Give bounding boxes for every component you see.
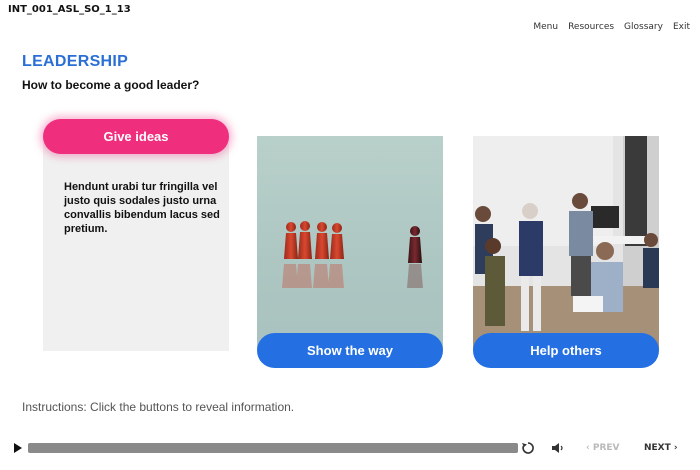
prev-button[interactable]: ‹ PREV bbox=[586, 443, 620, 453]
next-button[interactable]: NEXT › bbox=[644, 443, 678, 453]
top-navigation: Menu Resources Glossary Exit bbox=[533, 22, 690, 32]
progress-bar[interactable] bbox=[28, 443, 518, 453]
volume-icon[interactable] bbox=[551, 442, 565, 454]
glossary-link[interactable]: Glossary bbox=[624, 22, 663, 32]
give-ideas-panel bbox=[43, 136, 229, 351]
give-ideas-text: Hendunt urabi tur fringilla vel justo qu… bbox=[64, 181, 220, 235]
prev-label: PREV bbox=[592, 443, 620, 453]
show-the-way-button[interactable]: Show the way bbox=[257, 333, 443, 368]
help-others-button[interactable]: Help others bbox=[473, 333, 659, 368]
progress-fill bbox=[28, 443, 518, 453]
business-people-image bbox=[473, 136, 659, 351]
give-ideas-button[interactable]: Give ideas bbox=[43, 119, 229, 154]
page-subtitle: How to become a good leader? bbox=[22, 78, 200, 92]
course-id: INT_001_ASL_SO_1_13 bbox=[8, 4, 131, 15]
menu-link[interactable]: Menu bbox=[533, 22, 558, 32]
business-people-illustration bbox=[473, 136, 659, 351]
resources-link[interactable]: Resources bbox=[568, 22, 614, 32]
chevron-right-icon: › bbox=[673, 443, 678, 453]
pawns-image bbox=[257, 136, 443, 351]
exit-link[interactable]: Exit bbox=[673, 22, 690, 32]
next-label: NEXT bbox=[644, 443, 671, 453]
chevron-left-icon: ‹ bbox=[586, 443, 590, 453]
play-icon[interactable] bbox=[12, 441, 24, 455]
instructions-text: Instructions: Click the buttons to revea… bbox=[22, 400, 295, 414]
replay-icon[interactable] bbox=[521, 441, 535, 455]
pawns-illustration bbox=[282, 221, 423, 288]
page-title: LEADERSHIP bbox=[22, 53, 129, 70]
